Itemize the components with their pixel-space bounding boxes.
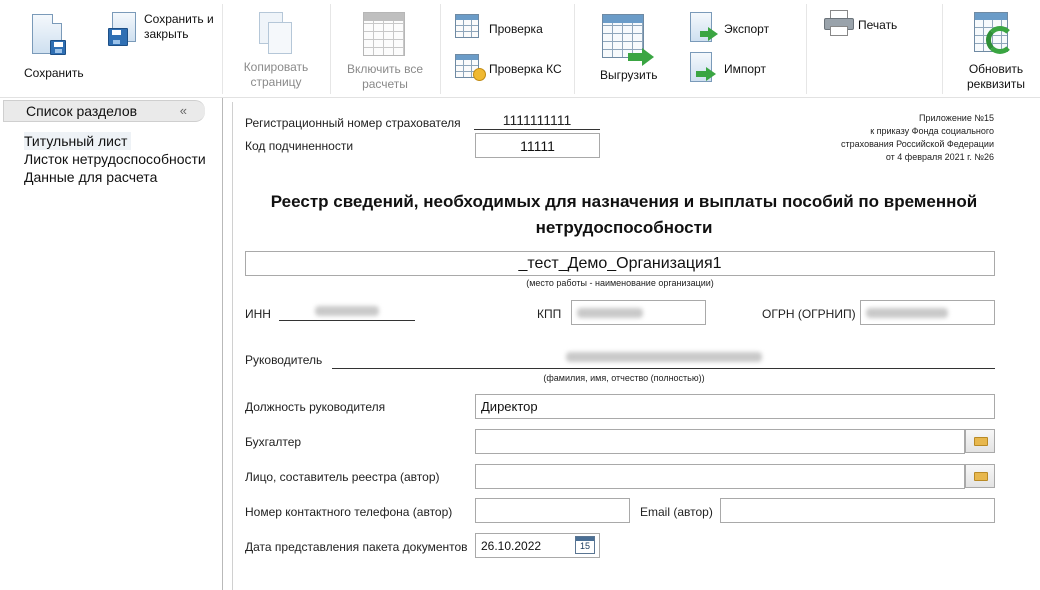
include-label-2: расчеты [362, 77, 408, 91]
calendar-icon[interactable]: 15 [575, 536, 595, 554]
save-close-icon [108, 12, 140, 46]
head-hint: (фамилия, имя, отчество (полностью)) [543, 373, 705, 383]
notice-line-4: от 4 февраля 2021 г. №26 [885, 152, 994, 162]
copy-label-1: Копировать [243, 60, 309, 74]
organization-hint: (место работы - наименование организации… [526, 278, 714, 288]
organization-value: _тест_Демо_Организация1 [518, 254, 722, 272]
ogrn-label: ОГРН (ОГРНИП) [762, 307, 856, 321]
save-icon [32, 14, 66, 56]
notice-line-3: страхования Российской Федерации [841, 139, 994, 149]
head-label: Руководитель [245, 353, 323, 367]
folder-icon [974, 437, 988, 446]
sidebar-header: Список разделов « [3, 100, 205, 122]
sidebar-list: Титульный лист Листок нетрудоспособности… [24, 132, 206, 186]
sidebar: Список разделов « Титульный лист Листок … [0, 98, 223, 590]
phone-label: Номер контактного телефона (автор) [245, 505, 453, 519]
author-field[interactable] [475, 464, 965, 489]
form-area: Регистрационный номер страхователя 11111… [224, 98, 1040, 590]
inn-field[interactable] [279, 302, 415, 321]
export-button[interactable]: Экспорт [690, 12, 769, 44]
subordination-code-field[interactable]: 11111 [475, 133, 600, 158]
title-line-2: нетрудоспособности [535, 218, 713, 237]
refresh-label-2: реквизиты [966, 77, 1025, 91]
accountant-label: Бухгалтер [245, 435, 302, 449]
accountant-field[interactable] [475, 429, 965, 454]
include-all-calcs-button[interactable]: Включить все расчеты [340, 12, 430, 92]
phone-field[interactable] [475, 498, 630, 523]
subordination-code-label: Код подчиненности [245, 139, 354, 153]
save-button-label: Сохранить [24, 66, 84, 80]
print-button[interactable]: Печать [824, 10, 897, 36]
copy-page-button[interactable]: Копировать страницу [238, 12, 314, 90]
refresh-label-1: Обновить [968, 62, 1024, 76]
author-select-button[interactable] [965, 464, 995, 488]
reg-number-label: Регистрационный номер страхователя [245, 116, 461, 130]
upload-icon [602, 14, 654, 66]
import-icon [690, 52, 720, 84]
reg-number-value[interactable]: 1111111111 [474, 112, 600, 130]
kpp-field[interactable] [571, 300, 706, 325]
notice-line-1: Приложение №15 [919, 113, 994, 123]
include-label-1: Включить все [346, 62, 424, 76]
export-icon [690, 12, 720, 44]
legal-notice: Приложение №15 к приказу Фонда социально… [841, 112, 994, 164]
notice-line-2: к приказу Фонда социального [870, 126, 994, 136]
date-label: Дата представления пакета документов [245, 540, 468, 554]
kpp-label: КПП [537, 307, 562, 321]
save-close-label-2: закрыть [144, 27, 189, 41]
date-value: 26.10.2022 [481, 538, 542, 553]
check-label: Проверка [489, 22, 543, 36]
email-field[interactable] [720, 498, 995, 523]
upload-label: Выгрузить [600, 68, 658, 82]
position-value: Директор [481, 399, 538, 414]
refresh-requisites-button[interactable]: Обновить реквизиты [958, 12, 1034, 92]
save-close-button[interactable]: Сохранить и закрыть [108, 12, 214, 46]
spreadsheet-icon [363, 12, 407, 58]
check-icon [455, 12, 485, 40]
check-ks-label: Проверка КС [489, 62, 562, 76]
email-label: Email (автор) [640, 505, 713, 519]
subordination-code-value: 11111 [520, 137, 555, 154]
position-label: Должность руководителя [245, 400, 386, 414]
title-line-1: Реестр сведений, необходимых для назначе… [270, 192, 978, 211]
organization-field[interactable]: _тест_Демо_Организация1 [245, 251, 995, 276]
ogrn-field[interactable] [860, 300, 995, 325]
check-ks-button[interactable]: Проверка КС [455, 52, 562, 81]
import-label: Импорт [724, 62, 766, 76]
inn-label: ИНН [245, 307, 271, 321]
page-title: Реестр сведений, необходимых для назначе… [244, 189, 1004, 241]
import-button[interactable]: Импорт [690, 52, 766, 84]
print-label: Печать [858, 18, 898, 32]
head-field[interactable] [332, 348, 995, 369]
position-field[interactable]: Директор [475, 394, 995, 419]
folder-icon [974, 472, 988, 481]
author-label: Лицо, составитель реестра (автор) [245, 470, 440, 484]
upload-button[interactable]: Выгрузить [592, 14, 664, 82]
check-ks-icon [455, 52, 486, 81]
sidebar-item-title-page[interactable]: Титульный лист [24, 132, 132, 150]
sidebar-item-calc-data[interactable]: Данные для расчета [24, 168, 206, 186]
save-close-label-1: Сохранить и [144, 12, 214, 26]
sidebar-header-title: Список разделов [26, 103, 138, 119]
accountant-select-button[interactable] [965, 429, 995, 453]
toolbar: Сохранить Сохранить и закрыть Копировать… [0, 0, 1040, 98]
printer-icon [824, 10, 854, 36]
export-label: Экспорт [724, 22, 770, 36]
sidebar-item-sick-leave[interactable]: Листок нетрудоспособности [24, 150, 206, 168]
check-button[interactable]: Проверка [455, 12, 543, 40]
refresh-icon [972, 12, 1018, 58]
save-button[interactable]: Сохранить [18, 14, 90, 80]
copy-icon [259, 12, 293, 56]
collapse-icon[interactable]: « [180, 101, 187, 121]
copy-label-2: страницу [250, 75, 302, 89]
